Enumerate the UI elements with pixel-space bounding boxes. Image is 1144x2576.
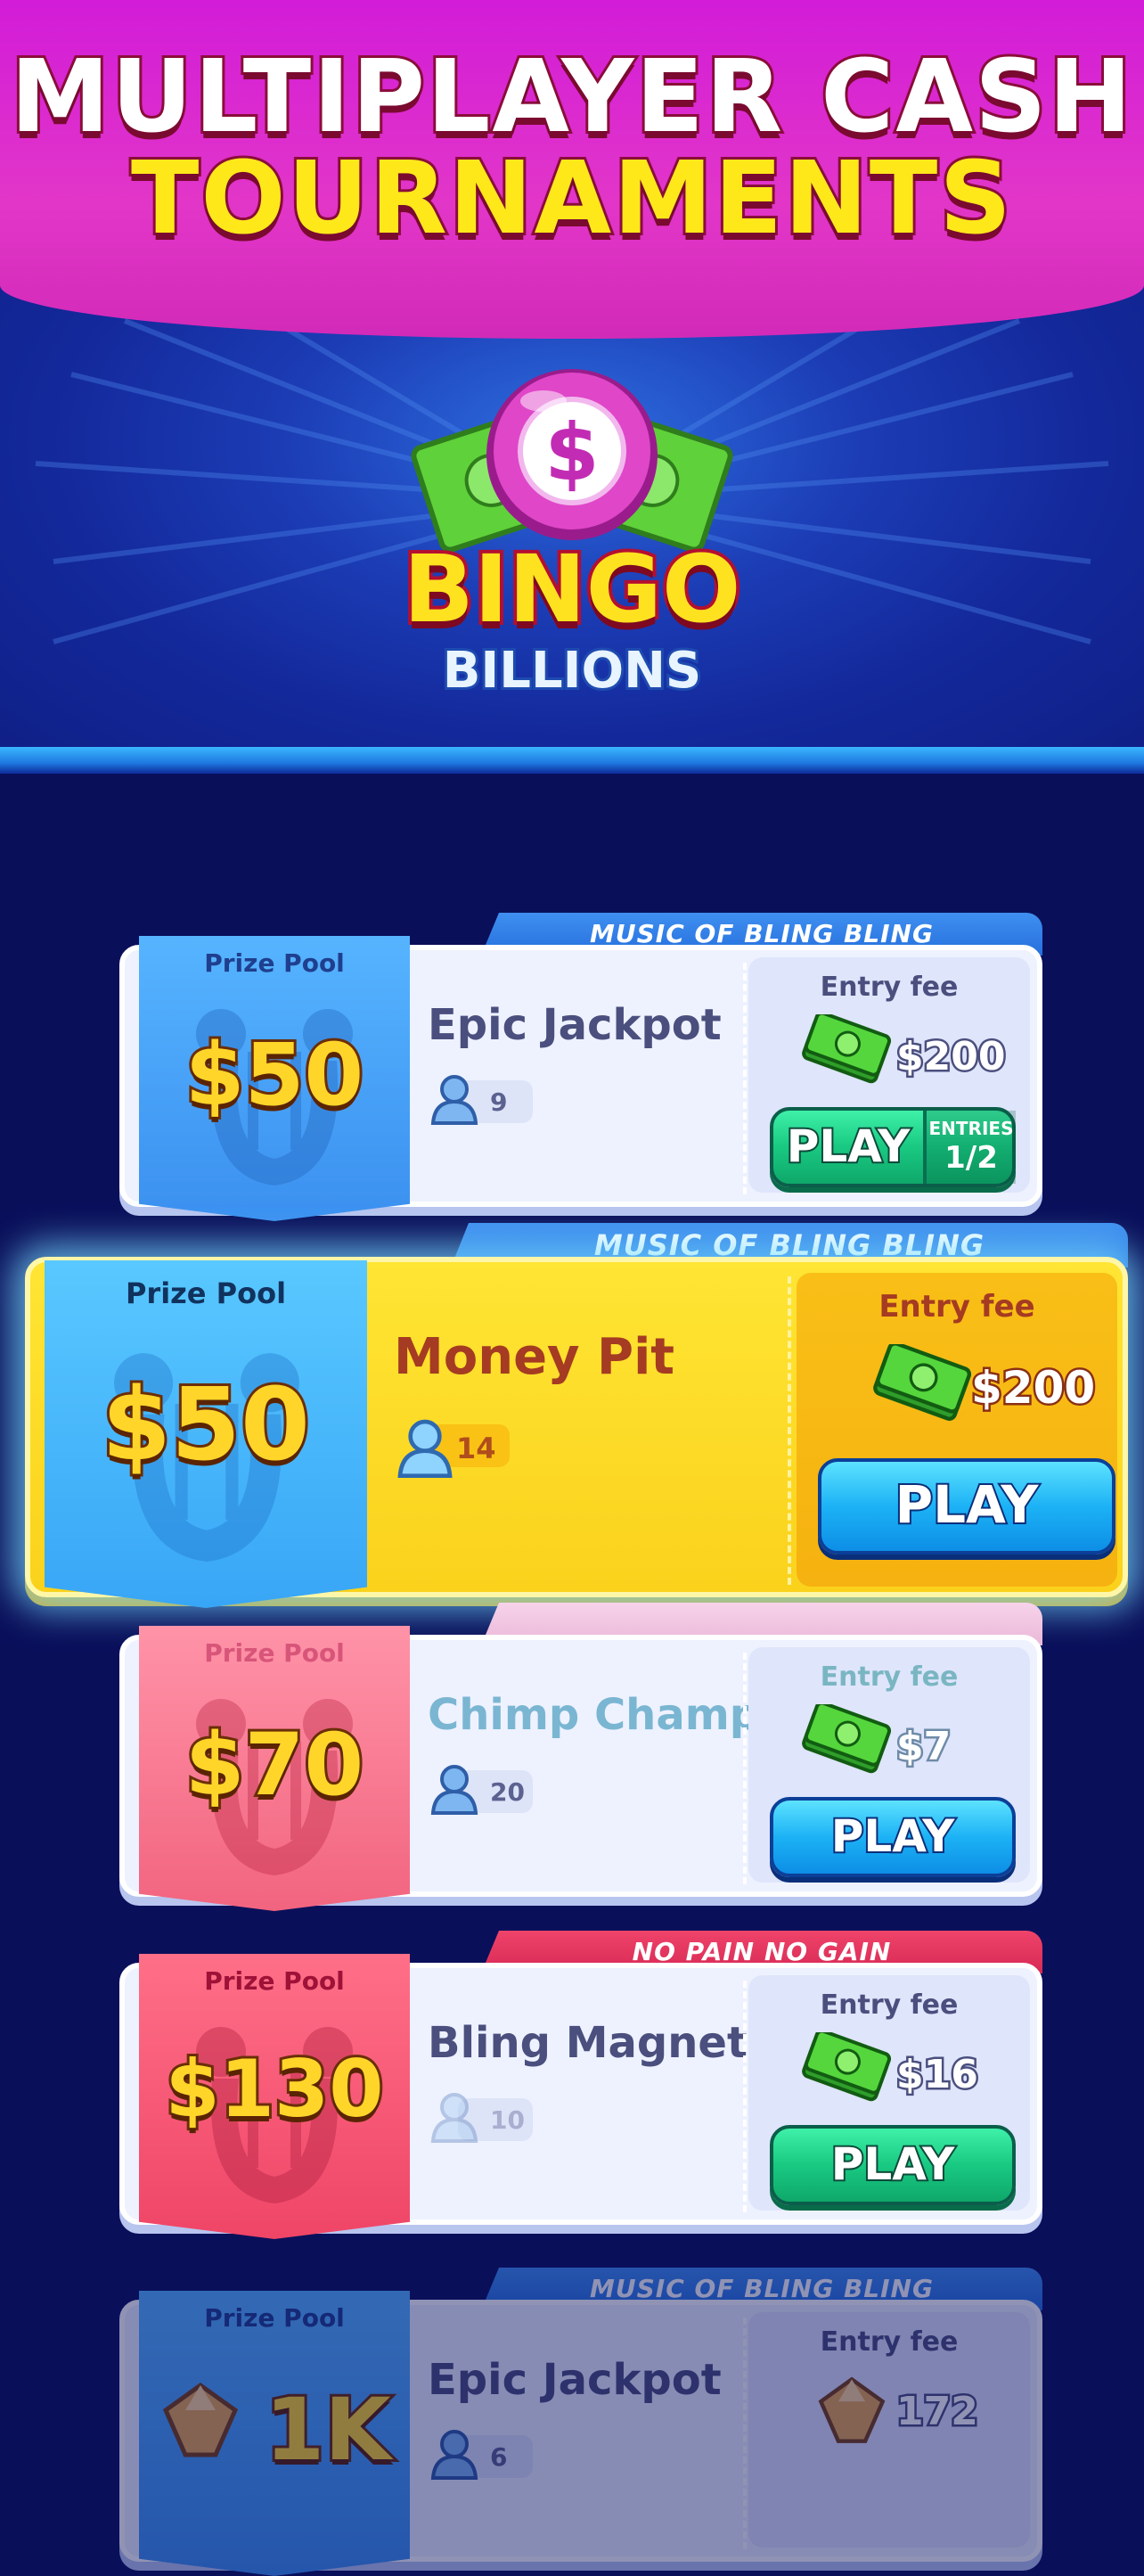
- player-icon: [430, 1075, 478, 1125]
- prize-pool-label: Prize Pool: [204, 948, 345, 978]
- player-count-value: 9: [490, 1087, 508, 1117]
- prize-pool-banner: Prize Pool $130: [139, 1954, 410, 2239]
- player-count-value: 6: [490, 2442, 508, 2472]
- tournament-name: Epic Jackpot: [428, 2355, 722, 2405]
- cash-stack-icon: [802, 1014, 891, 1084]
- entries-value: 1/2: [944, 1140, 998, 1176]
- prize-pool-label: Prize Pool: [204, 2303, 345, 2333]
- tournament-card-epic-jackpot-gems[interactable]: MUSIC OF BLING BLING Prize Pool 1K Epic …: [119, 2268, 1042, 2576]
- play-button[interactable]: PLAY: [818, 1458, 1115, 1555]
- player-icon: [397, 1419, 453, 1478]
- tournament-card-chimp-champ[interactable]: Prize Pool $70 Chimp Champ 20 Entry fee …: [119, 1603, 1042, 1911]
- gem-icon: [818, 2376, 886, 2443]
- cash-stack-icon: [802, 1704, 891, 1774]
- entries-label: ENTRIES: [928, 1118, 1014, 1139]
- card-divider: [743, 2318, 747, 2549]
- entry-fee-panel: Entry fee 172: [748, 2312, 1030, 2547]
- card-divider: [788, 1276, 791, 1585]
- prize-pool-banner: Prize Pool $50: [45, 1260, 367, 1608]
- player-icon: [430, 1765, 478, 1815]
- tournament-name: Bling Magnet: [428, 2018, 748, 2068]
- prize-pool-label: Prize Pool: [204, 1966, 345, 1996]
- prize-pool-amount: $50: [183, 1022, 366, 1128]
- player-icon: [430, 2093, 478, 2143]
- tournament-card-money-pit[interactable]: MUSIC OF BLING BLING Prize Pool $50 Mone…: [25, 1223, 1128, 1608]
- card-divider: [743, 1981, 747, 2212]
- tournament-name: Chimp Champ: [428, 1690, 761, 1740]
- entry-fee-panel: Entry fee $200 PLAY: [797, 1273, 1117, 1587]
- play-button-label: PLAY: [785, 1119, 912, 1174]
- player-count-value: 20: [490, 1777, 525, 1807]
- prize-pool-amount: $50: [99, 1365, 313, 1486]
- prize-pool-amount: $130: [163, 2040, 387, 2137]
- prize-pool-amount: $70: [183, 1712, 366, 1817]
- card-divider: [743, 963, 747, 1194]
- entry-fee-label: Entry fee: [820, 972, 959, 1003]
- entry-fee-label: Entry fee: [878, 1289, 1035, 1325]
- tournament-name: Money Pit: [394, 1328, 675, 1386]
- entry-fee-panel: Entry fee $16 PLAY: [748, 1975, 1030, 2211]
- entry-fee-amount: $16: [895, 2050, 981, 2100]
- cash-stack-icon: [873, 1344, 971, 1421]
- play-button[interactable]: PLAY ENTRIES 1/2: [770, 1107, 1016, 1187]
- entry-fee-amount: $200: [894, 1032, 1007, 1082]
- play-button[interactable]: PLAY: [770, 2125, 1016, 2205]
- entry-fee-amount: $7: [894, 1722, 952, 1772]
- cards-layer: MUSIC OF BLING BLING Prize Pool $50 Epic…: [0, 0, 1144, 2576]
- card-divider: [743, 1653, 747, 1884]
- cash-stack-icon: [802, 2032, 891, 2102]
- player-icon: [430, 2430, 478, 2480]
- prize-pool-banner: Prize Pool $50: [139, 936, 410, 1221]
- entry-fee-label: Entry fee: [820, 1989, 959, 2021]
- prize-pool-banner: Prize Pool $70: [139, 1626, 410, 1911]
- tournament-card-epic-jackpot[interactable]: MUSIC OF BLING BLING Prize Pool $50 Epic…: [119, 913, 1042, 1221]
- entry-fee-panel: Entry fee $7 PLAY: [748, 1647, 1030, 1883]
- player-count-value: 14: [456, 1432, 496, 1465]
- entry-fee-amount: 172: [895, 2387, 981, 2437]
- prize-pool-label: Prize Pool: [125, 1276, 287, 1310]
- prize-pool-banner: Prize Pool 1K: [139, 2291, 410, 2576]
- tournament-name: Epic Jackpot: [428, 1000, 722, 1050]
- entry-fee-amount: $200: [968, 1360, 1097, 1416]
- tournament-card-bling-magnet[interactable]: NO PAIN NO GAIN Prize Pool $130 Bling Ma…: [119, 1931, 1042, 2239]
- prize-pool-label: Prize Pool: [204, 1638, 345, 1668]
- entries-indicator: ENTRIES 1/2: [923, 1111, 1016, 1184]
- play-button[interactable]: PLAY: [770, 1797, 1016, 1877]
- entry-fee-label: Entry fee: [820, 2326, 959, 2358]
- player-count-value: 10: [490, 2105, 525, 2135]
- entry-fee-panel: Entry fee $200 PLAY ENTRIES 1/2: [748, 957, 1030, 1193]
- entry-fee-label: Entry fee: [820, 1661, 959, 1693]
